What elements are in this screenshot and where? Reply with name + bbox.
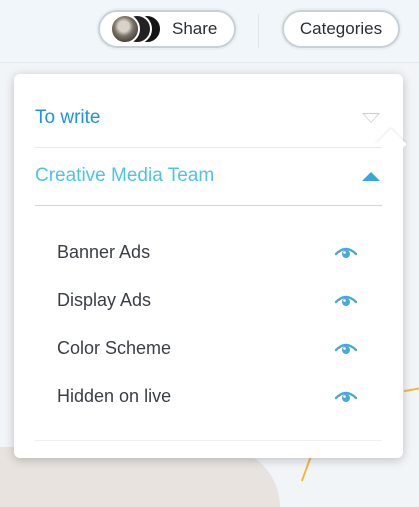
category-item-hidden-on-live[interactable]: Hidden on live <box>57 372 357 420</box>
toolbar-divider <box>258 14 259 48</box>
list-divider <box>35 440 382 441</box>
categories-dropdown: To write Creative Media Team Banner Ads … <box>14 74 407 458</box>
category-label: Banner Ads <box>57 241 151 262</box>
eye-icon[interactable] <box>335 389 357 403</box>
top-toolbar: Share Categories <box>0 0 419 63</box>
category-item-banner-ads[interactable]: Banner Ads <box>57 228 357 276</box>
eye-icon[interactable] <box>335 245 357 259</box>
share-label: Share <box>172 19 218 38</box>
category-label: Display Ads <box>57 289 152 310</box>
share-button[interactable]: Share <box>98 10 236 48</box>
chevron-up-icon[interactable] <box>362 171 380 181</box>
chevron-down-icon[interactable] <box>362 113 380 123</box>
category-list: Banner Ads Display Ads Color Scheme Hidd… <box>57 228 357 420</box>
eye-icon[interactable] <box>335 293 357 307</box>
section-to-write[interactable]: To write <box>35 89 382 148</box>
categories-label: Categories <box>299 19 383 38</box>
category-item-color-scheme[interactable]: Color Scheme <box>57 324 357 372</box>
avatar <box>110 14 140 44</box>
section-creative-media-team[interactable]: Creative Media Team <box>35 147 382 206</box>
categories-button[interactable]: Categories <box>282 10 400 48</box>
category-item-display-ads[interactable]: Display Ads <box>57 276 357 324</box>
category-label: Hidden on live <box>57 385 172 406</box>
background-connector-line <box>404 385 419 393</box>
collaborator-avatars <box>110 14 166 44</box>
eye-icon[interactable] <box>335 341 357 355</box>
section-label: Creative Media Team <box>35 165 215 186</box>
category-label: Color Scheme <box>57 337 172 358</box>
section-label: To write <box>35 107 101 128</box>
